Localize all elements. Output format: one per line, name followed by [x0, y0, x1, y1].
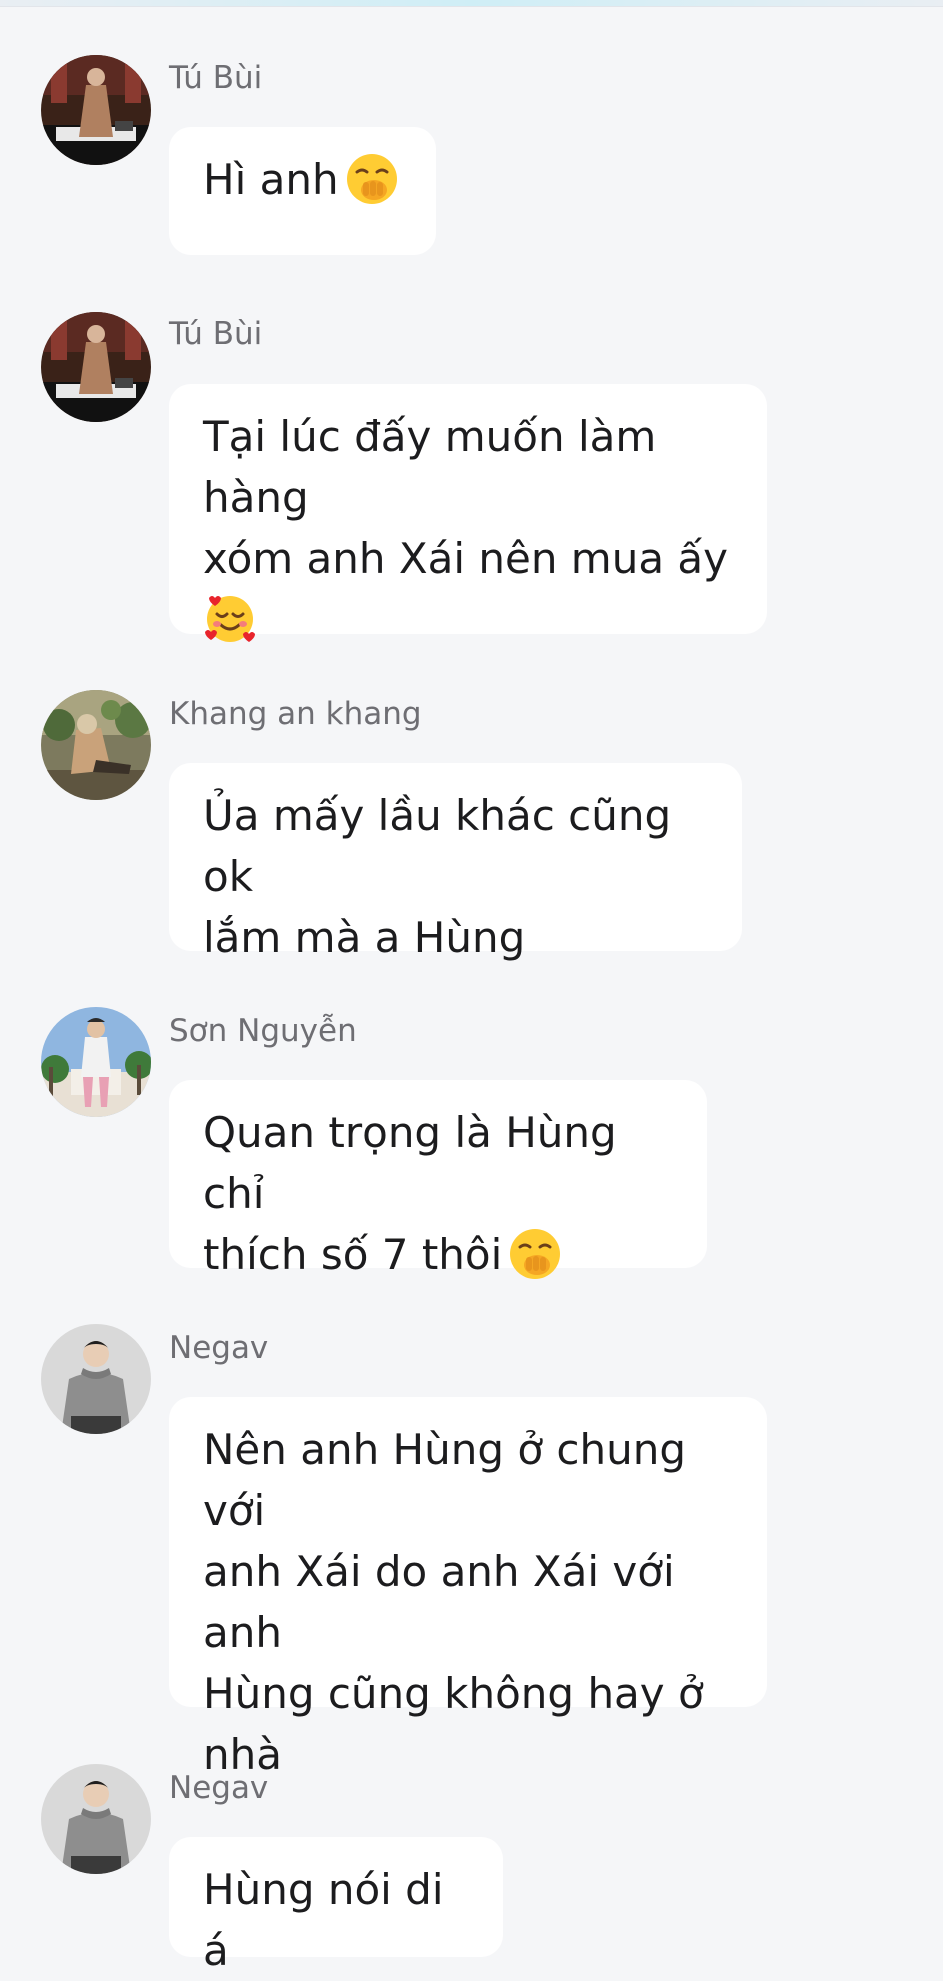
avatar[interactable] — [41, 312, 151, 422]
message-text: Hùng nói di á — [203, 1865, 457, 1975]
message-bubble[interactable]: Tại lúc đấy muốn làm hàng xóm anh Xái nê… — [169, 384, 767, 642]
sender-name: Negav — [169, 1330, 269, 1366]
son-nguyen-avatar-image — [41, 1007, 151, 1117]
avatar[interactable] — [41, 1007, 151, 1117]
message-text: Nên anh Hùng ở chung với anh Xái do anh … — [203, 1425, 704, 1779]
sender-name: Sơn Nguyễn — [169, 1013, 357, 1049]
message-bubble[interactable]: Quan trọng là Hùng chỉ thích số 7 thôi — [169, 1080, 707, 1279]
message-text: Hì anh — [203, 155, 339, 204]
message-text: Ủa mấy lầu khác cũng ok lắm mà a Hùng — [203, 791, 672, 962]
sender-name: Khang an khang — [169, 696, 422, 732]
smiling-face-with-hearts-emoji — [203, 592, 257, 646]
sender-name: Negav — [169, 1770, 269, 1806]
avatar[interactable] — [41, 55, 151, 165]
message-bubble[interactable]: Hì anh — [169, 127, 436, 255]
hand-over-mouth-emoji — [508, 1227, 562, 1281]
sender-name: Tú Bùi — [169, 60, 263, 96]
message-bubble[interactable]: Nên anh Hùng ở chung với anh Xái do anh … — [169, 1397, 767, 1779]
negav-avatar-image — [41, 1764, 151, 1874]
message-bubble[interactable]: Hùng nói di á — [169, 1837, 503, 1975]
message-bubble[interactable]: Ủa mấy lầu khác cũng ok lắm mà a Hùng — [169, 763, 742, 962]
tu-bui-avatar-image — [41, 312, 151, 422]
avatar[interactable] — [41, 1324, 151, 1434]
hand-over-mouth-emoji — [345, 152, 399, 206]
message-text: Tại lúc đấy muốn làm hàng xóm anh Xái nê… — [203, 412, 729, 583]
avatar[interactable] — [41, 1764, 151, 1874]
khang-avatar-image — [41, 690, 151, 800]
avatar[interactable] — [41, 690, 151, 800]
negav-avatar-image — [41, 1324, 151, 1434]
chat-message-list[interactable]: Tú Bùi Hì anh Tú Bùi Tại lúc đấy muốn là… — [0, 0, 943, 1975]
sender-name: Tú Bùi — [169, 316, 263, 352]
tu-bui-avatar-image — [41, 55, 151, 165]
message-text: Quan trọng là Hùng chỉ thích số 7 thôi — [203, 1108, 617, 1279]
